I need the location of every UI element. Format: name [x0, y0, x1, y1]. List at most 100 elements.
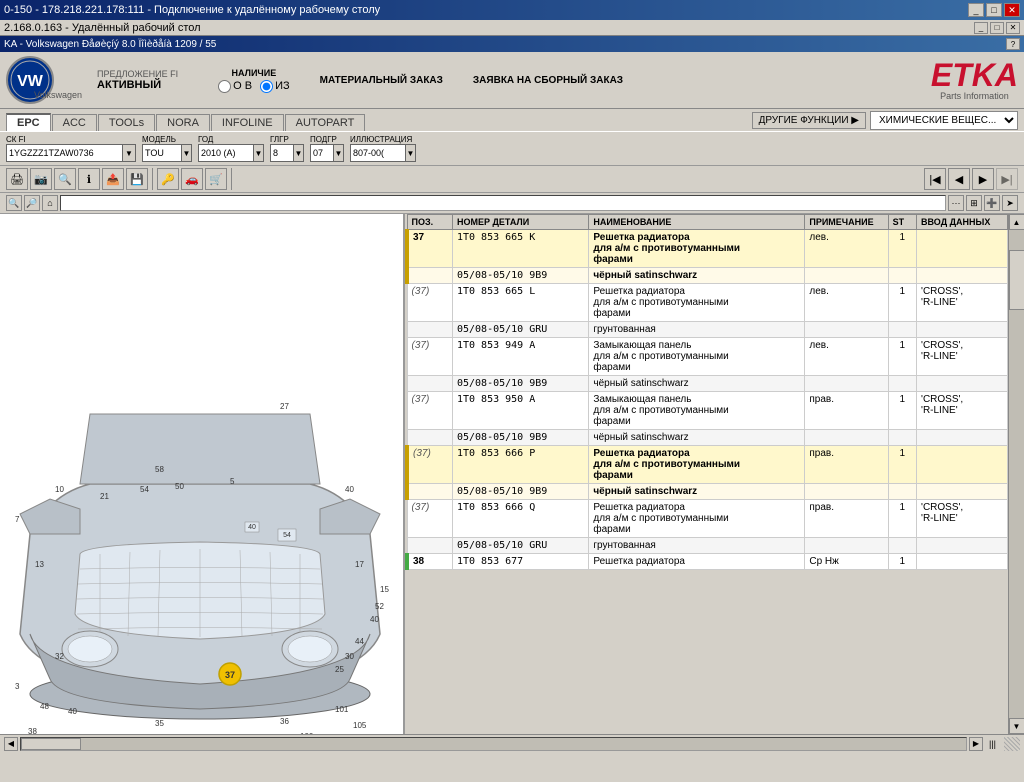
tab-nora[interactable]: NORA	[156, 114, 210, 131]
nav-next-icon[interactable]: ▶	[972, 168, 994, 190]
search-dots[interactable]: ···	[948, 195, 964, 211]
minimize-button[interactable]: _	[968, 3, 984, 17]
tab-autopart[interactable]: AUTOPART	[285, 114, 366, 131]
table-row[interactable]: 05/08-05/10 9B9 чёрный satinschwarz	[407, 268, 1008, 284]
scroll-left-button[interactable]: ◀	[4, 737, 18, 751]
cell-st: 1	[888, 392, 916, 430]
save-icon[interactable]: 💾	[126, 168, 148, 190]
other-functions-button[interactable]: ДРУГИЕ ФУНКЦИИ ▶	[752, 112, 866, 129]
table-row[interactable]: 05/08-05/10 9B9 чёрный satinschwarz	[407, 484, 1008, 500]
chemical-dropdown[interactable]: ХИМИЧЕСКИЕ ВЕЩЕС...	[870, 111, 1018, 130]
option-iz-label: ИЗ	[275, 80, 290, 92]
tab-acc[interactable]: ACC	[52, 114, 97, 131]
cell-st	[888, 376, 916, 392]
car-icon[interactable]: 🚗	[181, 168, 203, 190]
option-b[interactable]: О В	[218, 80, 252, 93]
radio-b[interactable]	[218, 80, 231, 93]
table-row[interactable]: 05/08-05/10 9B9 чёрный satinschwarz	[407, 376, 1008, 392]
table-row[interactable]: 37 1T0 853 665 K Решетка радиаторадля а/…	[407, 230, 1008, 268]
close-button[interactable]: ✕	[1004, 3, 1020, 17]
ck-fi-input[interactable]	[7, 145, 122, 161]
inner-minimize[interactable]: _	[974, 22, 988, 34]
info-icon[interactable]: ℹ	[78, 168, 100, 190]
scroll-up-button[interactable]: ▲	[1009, 214, 1024, 230]
illust-input-group[interactable]: ▼	[350, 144, 416, 162]
model-arrow[interactable]: ▼	[181, 145, 191, 161]
cell-name: Решетка радиаторадля а/м с противотуманн…	[589, 446, 805, 484]
year-input-group[interactable]: ▼	[198, 144, 264, 162]
col-name: НАИМЕНОВАНИЕ	[589, 215, 805, 230]
right-panel-wrapper: ПОЗ. НОМЕР ДЕТАЛИ НАИМЕНОВАНИЕ ПРИМЕЧАНИ…	[405, 214, 1024, 734]
glgr-input[interactable]	[271, 145, 293, 161]
table-scroll[interactable]: ПОЗ. НОМЕР ДЕТАЛИ НАИМЕНОВАНИЕ ПРИМЕЧАНИ…	[405, 214, 1008, 734]
status-bar: ◀ ▶ |||	[0, 734, 1024, 752]
status-scroll-h[interactable]: ◀ ▶ |||	[4, 737, 1000, 751]
table-row[interactable]: (37) 1T0 853 950 A Замыкающая панельдля …	[407, 392, 1008, 430]
nav-prev-icon[interactable]: ◀	[948, 168, 970, 190]
model-input-group[interactable]: ▼	[142, 144, 192, 162]
option-iz[interactable]: ИЗ	[260, 80, 290, 93]
search-grid[interactable]: ⊞	[966, 195, 982, 211]
table-row[interactable]: 38 1T0 853 677 Решетка радиатора Ср Нж 1	[407, 554, 1008, 570]
nav-start-icon[interactable]: |◀	[924, 168, 946, 190]
camera-icon[interactable]: 📷	[30, 168, 52, 190]
ck-fi-input-group[interactable]: ▼	[6, 144, 136, 162]
scroll-right-button[interactable]: ▶	[969, 737, 983, 751]
model-input[interactable]	[143, 145, 181, 161]
search-plus[interactable]: ➕	[984, 195, 1000, 211]
cell-pos	[407, 538, 452, 554]
podgr-input[interactable]	[311, 145, 333, 161]
export-icon[interactable]: 📤	[102, 168, 124, 190]
inner-maximize[interactable]: □	[990, 22, 1004, 34]
scroll-down-button[interactable]: ▼	[1009, 718, 1024, 734]
tab-epc[interactable]: EPC	[6, 113, 51, 131]
cart-icon[interactable]: 🛒	[205, 168, 227, 190]
table-row[interactable]: 05/08-05/10 GRU грунтованная	[407, 538, 1008, 554]
glgr-arrow[interactable]: ▼	[293, 145, 303, 161]
tab-tools[interactable]: TOOLs	[98, 114, 155, 131]
cell-note: прав.	[805, 446, 888, 484]
svg-text:105: 105	[353, 721, 367, 730]
svg-text:38: 38	[28, 727, 37, 734]
table-row[interactable]: (37) 1T0 853 666 P Решетка радиаторадля …	[407, 446, 1008, 484]
scroll-thumb[interactable]	[1009, 250, 1024, 310]
resize-grip[interactable]	[1004, 737, 1020, 751]
key-icon[interactable]: 🔑	[157, 168, 179, 190]
menu-bar: 2.168.0.163 - Удалённый рабочий стол _ □…	[0, 20, 1024, 36]
vertical-scrollbar[interactable]: ▲ ▼	[1008, 214, 1024, 734]
svg-text:40: 40	[248, 524, 256, 531]
nav-end-icon[interactable]: ▶|	[996, 168, 1018, 190]
search-zoom-plus[interactable]: 🔎	[24, 195, 40, 211]
podgr-input-group[interactable]: ▼	[310, 144, 344, 162]
material-order-label: МАТЕРИАЛЬНЫЙ ЗАКАЗ	[320, 75, 443, 86]
tab-infoline[interactable]: INFOLINE	[211, 114, 284, 131]
inner-close[interactable]: ✕	[1006, 22, 1020, 34]
illust-arrow[interactable]: ▼	[405, 145, 415, 161]
svg-text:44: 44	[355, 637, 364, 646]
cell-note: прав.	[805, 392, 888, 430]
maximize-button[interactable]: □	[986, 3, 1002, 17]
radio-iz[interactable]	[260, 80, 273, 93]
search-zoom-minus[interactable]: 🔍	[6, 195, 22, 211]
cell-st: 1	[888, 554, 916, 570]
horizontal-scroll-track[interactable]	[20, 737, 967, 751]
table-row[interactable]: (37) 1T0 853 949 A Замыкающая панельдля …	[407, 338, 1008, 376]
search-home[interactable]: ⌂	[42, 195, 58, 211]
search-input[interactable]	[60, 195, 946, 211]
table-row[interactable]: 05/08-05/10 9B9 чёрный satinschwarz	[407, 430, 1008, 446]
scroll-track[interactable]	[1009, 230, 1024, 718]
illust-input[interactable]	[351, 145, 405, 161]
glgr-input-group[interactable]: ▼	[270, 144, 304, 162]
ck-fi-arrow[interactable]: ▼	[122, 145, 135, 161]
sub-help-btn[interactable]: ?	[1006, 38, 1020, 50]
table-row[interactable]: (37) 1T0 853 665 L Решетка радиаторадля …	[407, 284, 1008, 322]
search-arrow[interactable]: ➤	[1002, 195, 1018, 211]
search2-icon[interactable]: 🔍	[54, 168, 76, 190]
year-input[interactable]	[199, 145, 253, 161]
table-row[interactable]: (37) 1T0 853 666 Q Решетка радиаторадля …	[407, 500, 1008, 538]
podgr-arrow[interactable]: ▼	[333, 145, 343, 161]
print-icon[interactable]: 🖨	[6, 168, 28, 190]
year-arrow[interactable]: ▼	[253, 145, 263, 161]
table-row[interactable]: 05/08-05/10 GRU грунтованная	[407, 322, 1008, 338]
cell-name: чёрный satinschwarz	[589, 430, 805, 446]
